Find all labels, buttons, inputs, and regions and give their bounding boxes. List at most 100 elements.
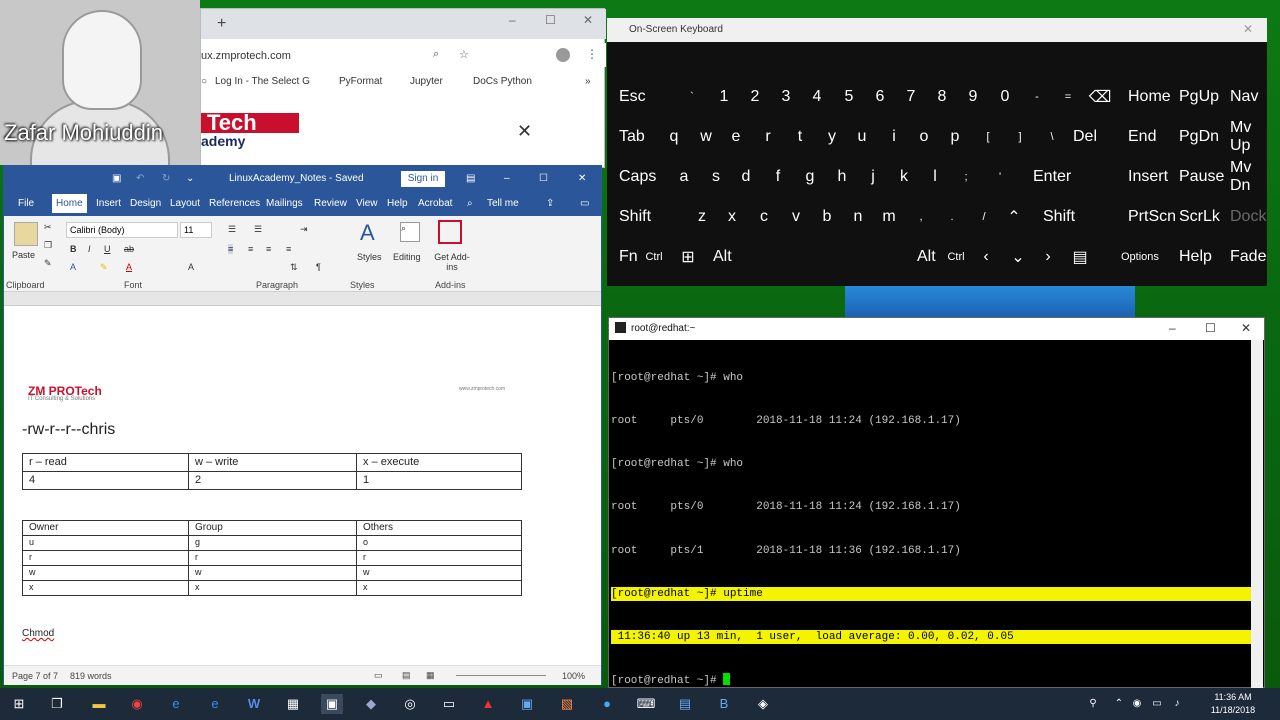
paste-icon[interactable] <box>14 222 38 246</box>
cmd-icon[interactable]: ▭ <box>438 694 460 714</box>
tell-me-input[interactable]: Tell me <box>487 198 519 209</box>
key-shift[interactable]: Shift <box>1037 200 1085 234</box>
key-y[interactable]: y <box>817 120 847 154</box>
key-shift[interactable]: Shift <box>613 200 661 234</box>
browser-window[interactable]: + – ☐ ✕ ux.zmprotech.com ⌕ ☆ ⋮ ○ Log In … <box>200 8 606 168</box>
key-mv-dn[interactable]: Mv Dn <box>1224 159 1272 194</box>
key-[interactable]: ▤ <box>1065 240 1095 274</box>
key-[interactable]: ' <box>985 160 1015 194</box>
close-icon[interactable]: ✕ <box>1241 321 1251 335</box>
key-8[interactable]: 8 <box>927 80 957 114</box>
indent-icon[interactable]: ⇥ <box>300 224 308 235</box>
close-icon[interactable]: ✕ <box>583 13 593 27</box>
key-[interactable]: [ <box>973 120 1003 154</box>
key-ctrl[interactable]: Ctrl <box>639 240 669 274</box>
key-9[interactable]: 9 <box>958 80 988 114</box>
key-[interactable]: = <box>1053 80 1083 114</box>
key-[interactable]: ‹ <box>971 240 1001 274</box>
find-icon[interactable]: ⌕ <box>400 222 420 242</box>
keyboard-icon[interactable]: ⌨ <box>635 694 657 714</box>
key-[interactable]: \ <box>1037 120 1067 154</box>
bookmark-1[interactable]: Log In - The Select G <box>215 76 310 87</box>
app-icon[interactable]: ◆ <box>360 694 382 714</box>
redo-icon[interactable]: ↻ <box>162 173 170 184</box>
sign-in-button[interactable]: Sign in <box>401 171 445 187</box>
font-name-select[interactable]: Calibri (Body) <box>66 222 178 238</box>
key-h[interactable]: h <box>827 160 857 194</box>
word-window[interactable]: ▣ ↶ ↻ ⌄ LinuxAcademy_Notes - Saved Sign … <box>3 165 602 685</box>
align-center-icon[interactable]: ≡ <box>248 244 253 254</box>
key-[interactable]: ⌃ <box>999 200 1029 234</box>
wifi-icon[interactable]: ▭ <box>1146 694 1168 714</box>
print-layout-icon[interactable]: ▤ <box>402 670 411 681</box>
key-caps[interactable]: Caps <box>613 160 661 194</box>
key-u[interactable]: u <box>847 120 877 154</box>
customize-icon[interactable]: ⌄ <box>186 173 194 184</box>
key-v[interactable]: v <box>781 200 811 234</box>
maximize-icon[interactable]: ☐ <box>1205 321 1216 335</box>
key-home[interactable]: Home <box>1122 80 1171 114</box>
key-j[interactable]: j <box>858 160 888 194</box>
key-alt[interactable]: Alt <box>707 240 755 274</box>
app-icon[interactable]: ● <box>596 694 618 714</box>
key-0[interactable]: 0 <box>990 80 1020 114</box>
key-nav[interactable]: Nav <box>1224 80 1272 114</box>
get-addins-icon[interactable] <box>438 220 462 244</box>
zoom-slider[interactable] <box>456 675 546 676</box>
key-help[interactable]: Help <box>1173 240 1221 274</box>
key-f[interactable]: f <box>763 160 793 194</box>
key-k[interactable]: k <box>889 160 919 194</box>
app-icon[interactable]: ▣ <box>516 694 538 714</box>
address-bar[interactable]: ux.zmprotech.com ⌕ ☆ ⋮ <box>201 43 606 67</box>
page-count[interactable]: Page 7 of 7 <box>12 671 58 681</box>
system-clock[interactable]: 11:36 AM 11/18/2018 <box>1188 691 1278 717</box>
grow-font-icon[interactable]: A <box>188 262 194 272</box>
terminal-window[interactable]: root@redhat:~ – ☐ ✕ [root@redhat ~]# who… <box>608 317 1265 688</box>
align-right-icon[interactable]: ≡ <box>266 244 271 254</box>
share-icon[interactable]: ⇪ <box>546 198 554 209</box>
app-icon[interactable]: ◎ <box>399 694 421 714</box>
key-pause[interactable]: Pause <box>1173 160 1224 194</box>
key-e[interactable]: e <box>721 120 751 154</box>
key-6[interactable]: 6 <box>865 80 895 114</box>
key-insert[interactable]: Insert <box>1122 160 1170 194</box>
start-icon[interactable]: ⊞ <box>8 694 30 714</box>
putty-icon[interactable]: ▣ <box>321 694 343 714</box>
key-[interactable]: , <box>906 200 936 234</box>
numbering-icon[interactable]: ☰ <box>254 224 262 235</box>
key-c[interactable]: c <box>749 200 779 234</box>
tab-layout[interactable]: Layout <box>170 198 200 209</box>
file-explorer-icon[interactable]: ▬ <box>88 694 110 714</box>
bookmark-4[interactable]: DoCs Python <box>473 76 532 87</box>
paste-button[interactable]: Paste <box>12 250 35 260</box>
key-prtscn[interactable]: PrtScn <box>1122 200 1176 234</box>
tab-view[interactable]: View <box>356 198 378 209</box>
key-3[interactable]: 3 <box>771 80 801 114</box>
app-icon[interactable]: ◈ <box>752 694 774 714</box>
key-[interactable]: / <box>969 200 999 234</box>
word-count[interactable]: 819 words <box>70 671 112 681</box>
tab-insert[interactable]: Insert <box>96 198 121 209</box>
key-end[interactable]: End <box>1122 120 1170 154</box>
key-pgdn[interactable]: PgDn <box>1173 120 1221 154</box>
tab-home[interactable]: Home <box>52 194 87 213</box>
key-options[interactable]: Options <box>1115 240 1163 274</box>
tab-acrobat[interactable]: Acrobat <box>418 198 452 209</box>
minimize-icon[interactable]: – <box>1169 321 1176 335</box>
key-pgup[interactable]: PgUp <box>1173 80 1221 114</box>
undo-icon[interactable]: ↶ <box>136 173 144 184</box>
key-[interactable]: - <box>1022 80 1052 114</box>
calculator-icon[interactable]: ▦ <box>282 694 304 714</box>
bookmark-2[interactable]: PyFormat <box>339 76 382 87</box>
tab-references[interactable]: References <box>209 198 260 209</box>
app-icon[interactable]: ▤ <box>674 694 696 714</box>
key-l[interactable]: l <box>920 160 950 194</box>
task-view-icon[interactable]: ❐ <box>46 694 68 714</box>
site-close-icon[interactable]: ✕ <box>517 121 532 142</box>
key-s[interactable]: s <box>701 160 731 194</box>
key-tab[interactable]: Tab <box>613 120 661 154</box>
align-left-icon[interactable]: ≡ <box>228 244 234 254</box>
minimize-icon[interactable]: – <box>504 173 510 184</box>
key-w[interactable]: w <box>691 120 721 154</box>
pilcrow-icon[interactable]: ¶ <box>316 262 321 272</box>
